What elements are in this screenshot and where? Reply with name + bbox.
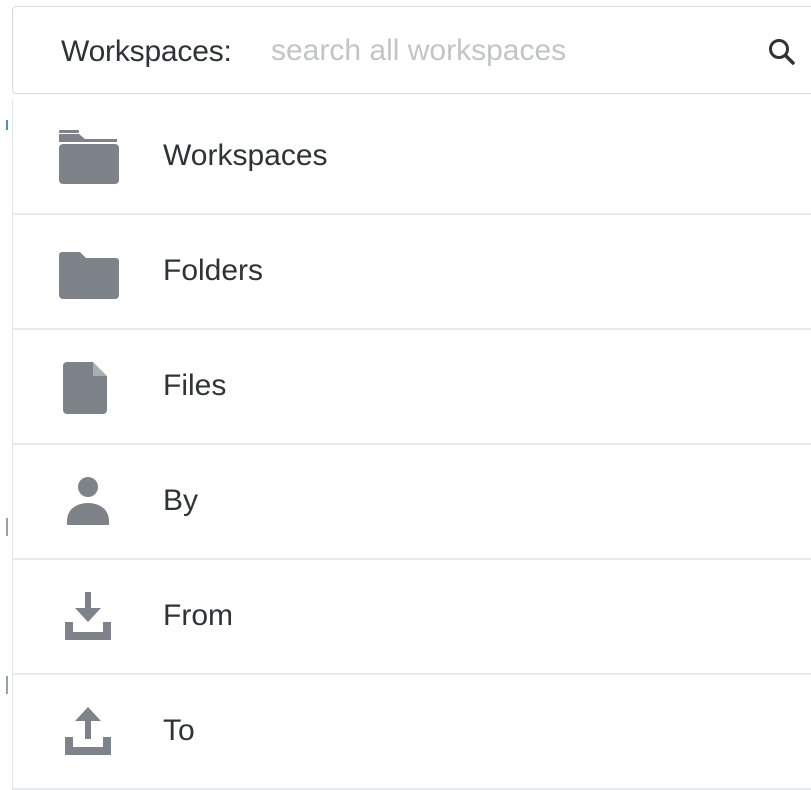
upload-icon <box>65 707 111 755</box>
menu-item-to[interactable]: To <box>13 675 811 790</box>
workspace-search-box[interactable]: Workspaces: <box>12 6 811 94</box>
person-icon <box>67 477 109 525</box>
menu-item-label: To <box>163 714 195 747</box>
folder-icon <box>59 252 119 299</box>
workspaces-folder-icon <box>59 130 119 184</box>
menu-item-folders[interactable]: Folders <box>13 215 811 330</box>
background-mark <box>6 676 8 694</box>
search-scope-label: Workspaces: <box>61 35 232 68</box>
file-icon <box>63 362 107 414</box>
menu-item-workspaces[interactable]: Workspaces <box>13 100 811 215</box>
menu-item-by[interactable]: By <box>13 445 811 560</box>
menu-item-label: From <box>163 599 233 632</box>
download-icon <box>65 592 111 640</box>
search-icon[interactable] <box>767 37 797 67</box>
menu-item-files[interactable]: Files <box>13 330 811 445</box>
search-filter-dropdown: Workspaces Folders Files By From To <box>12 100 811 790</box>
menu-item-label: Files <box>163 369 227 402</box>
menu-item-label: By <box>163 484 199 517</box>
menu-item-from[interactable]: From <box>13 560 811 675</box>
menu-item-label: Workspaces <box>163 139 328 172</box>
background-mark <box>6 120 8 130</box>
background-mark <box>6 518 8 536</box>
menu-item-label: Folders <box>163 254 264 287</box>
search-input[interactable] <box>271 29 691 73</box>
